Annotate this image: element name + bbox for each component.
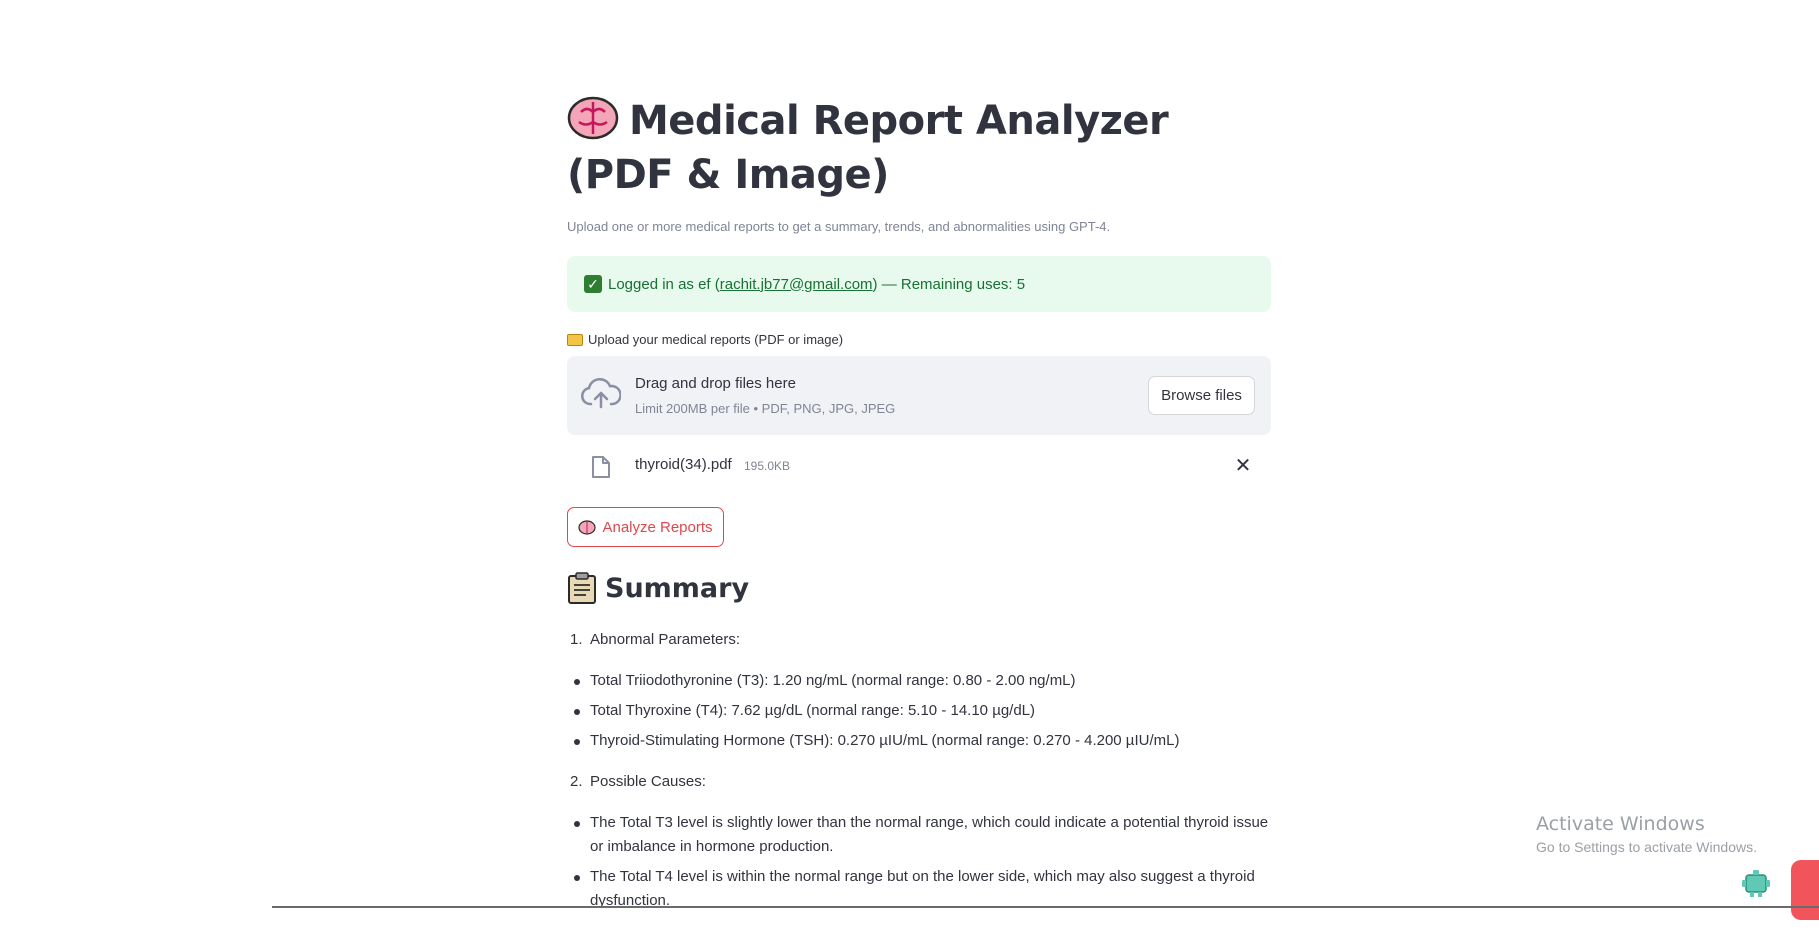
uploader-label: Upload your medical reports (PDF or imag… bbox=[567, 332, 843, 347]
summary-content: 1. Abnormal Parameters: Total Triiodothy… bbox=[567, 628, 1271, 930]
list-number: 2. bbox=[570, 773, 583, 790]
uploaded-file-row: thyroid(34).pdf 195.0KB ✕ bbox=[567, 447, 1271, 487]
check-mark-icon: ✓ bbox=[584, 275, 602, 293]
section-title: Possible Causes: bbox=[590, 773, 706, 790]
clipboard-icon bbox=[568, 572, 596, 604]
list-item: Total Triiodothyronine (T3): 1.20 ng/mL … bbox=[567, 669, 1271, 693]
watermark-subtitle: Go to Settings to activate Windows. bbox=[1536, 839, 1757, 855]
list-number: 1. bbox=[570, 631, 583, 648]
status-prefix: Logged in as ef ( bbox=[608, 275, 720, 293]
side-tab-button[interactable] bbox=[1791, 860, 1819, 920]
list-item: Thyroid-Stimulating Hormone (TSH): 0.270… bbox=[567, 729, 1271, 753]
brain-icon bbox=[578, 519, 597, 535]
windows-activation-watermark: Activate Windows Go to Settings to activ… bbox=[1536, 813, 1757, 855]
login-status-alert: ✓ Logged in as ef ( rachit.jb77@gmail.co… bbox=[567, 256, 1271, 312]
page-title-text: Medical Report Analyzer (PDF & Image) bbox=[567, 98, 1169, 198]
ordered-list-item: 1. Abnormal Parameters: bbox=[567, 628, 1271, 652]
summary-heading: Summary bbox=[567, 572, 749, 604]
browse-files-button[interactable]: Browse files bbox=[1148, 376, 1255, 415]
file-size: 195.0KB bbox=[744, 459, 791, 473]
cloud-upload-icon bbox=[581, 378, 621, 409]
dropzone-limit: Limit 200MB per file • PDF, PNG, JPG, JP… bbox=[635, 401, 896, 416]
dropzone-title: Drag and drop files here bbox=[635, 375, 796, 392]
file-icon bbox=[592, 456, 610, 478]
list-item: The Total T3 level is slightly lower tha… bbox=[567, 811, 1271, 859]
status-suffix: ) — Remaining uses: 5 bbox=[872, 275, 1026, 293]
robot-icon[interactable] bbox=[1741, 868, 1771, 898]
bullet-list: The Total T3 level is slightly lower tha… bbox=[567, 811, 1271, 913]
uploader-label-text: Upload your medical reports (PDF or imag… bbox=[588, 332, 844, 347]
page-subtitle: Upload one or more medical reports to ge… bbox=[567, 219, 1111, 234]
analyze-reports-label: Analyze Reports bbox=[602, 518, 713, 536]
brain-icon bbox=[567, 96, 619, 140]
ordered-list-item: 2. Possible Causes: bbox=[567, 770, 1271, 794]
user-email-link[interactable]: rachit.jb77@gmail.com bbox=[720, 276, 873, 293]
section-title: Abnormal Parameters: bbox=[590, 631, 741, 648]
file-name: thyroid(34).pdf bbox=[635, 456, 732, 473]
remove-file-close-icon[interactable]: ✕ bbox=[1232, 455, 1254, 477]
file-dropzone[interactable]: Drag and drop files here Limit 200MB per… bbox=[567, 356, 1271, 435]
page-title: Medical Report Analyzer (PDF & Image) bbox=[567, 94, 1271, 202]
watermark-title: Activate Windows bbox=[1536, 813, 1705, 835]
bullet-list: Total Triiodothyronine (T3): 1.20 ng/mL … bbox=[567, 669, 1271, 753]
list-item: Total Thyroxine (T4): 7.62 µg/dL (normal… bbox=[567, 699, 1271, 723]
folder-icon bbox=[567, 333, 583, 346]
analyze-reports-button[interactable]: Analyze Reports bbox=[567, 507, 724, 547]
summary-heading-text: Summary bbox=[605, 572, 750, 604]
